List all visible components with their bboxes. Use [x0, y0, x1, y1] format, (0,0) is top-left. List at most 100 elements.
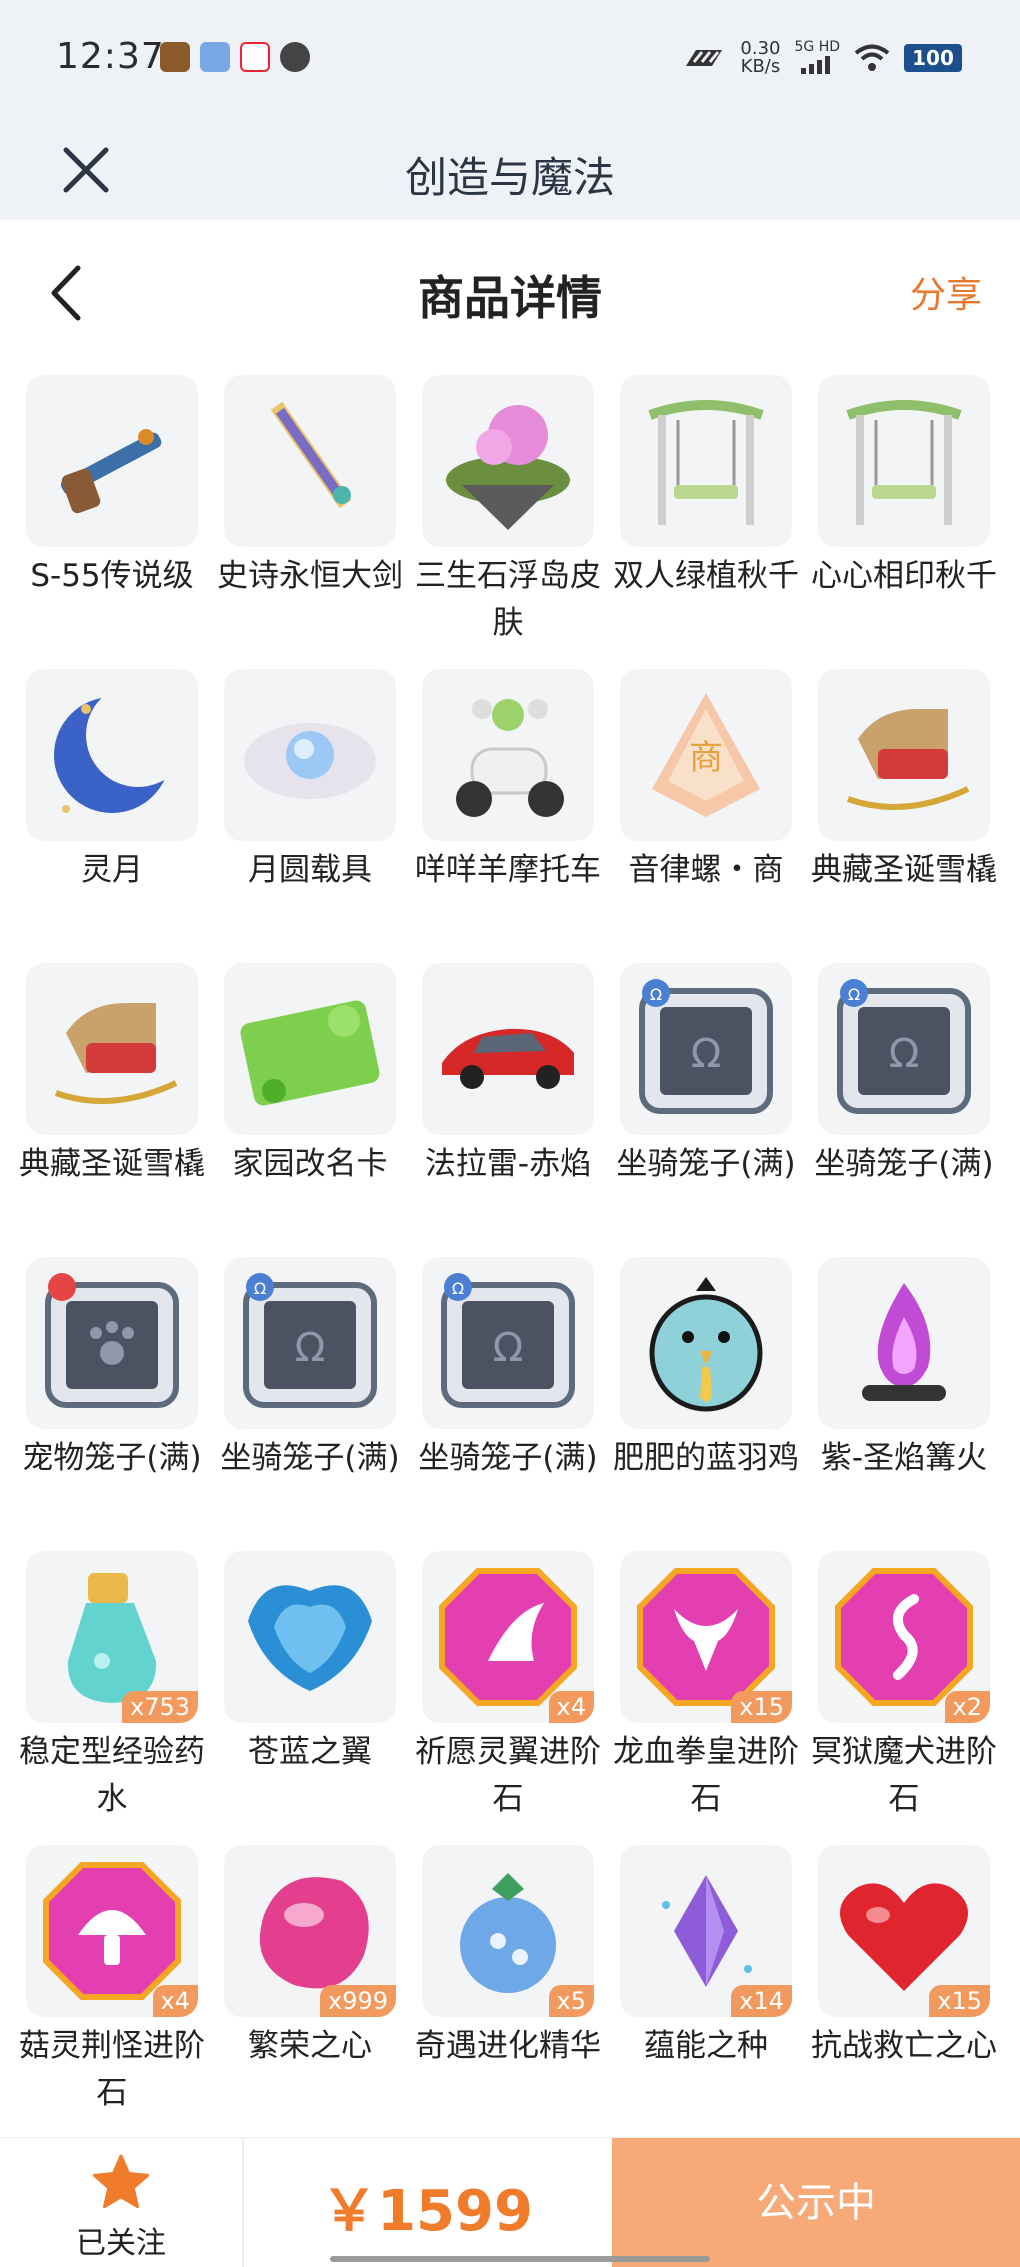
item-quantity-badge: x753 [121, 1691, 198, 1723]
item-card[interactable]: x15 抗战救亡之心 [811, 1845, 997, 2139]
item-card[interactable]: 宠物笼子(满) [22, 1257, 202, 1551]
item-thumbnail [818, 1257, 990, 1429]
svg-text:Ω: Ω [493, 1325, 524, 1371]
net-speed: 0.30 KB/s [740, 38, 781, 77]
item-card[interactable]: x5 奇遇进化精华 [415, 1845, 601, 2139]
item-thumbnail [26, 375, 198, 547]
item-card[interactable]: Ω Ω 坐骑笼子(满) [616, 963, 796, 1257]
item-card[interactable]: 商音律螺・商 [620, 669, 792, 963]
item-name: 双人绿植秋千 [613, 558, 799, 594]
item-card[interactable]: 月圆载具 [224, 669, 396, 963]
item-card[interactable]: 肥肥的蓝羽鸡 [613, 1257, 799, 1551]
item-thumbnail [224, 1551, 396, 1723]
mount-cage-icon: ΩΩ [639, 979, 773, 1114]
item-thumbnail: ΩΩ [224, 1257, 396, 1429]
svg-text:Ω: Ω [650, 985, 662, 1004]
item-thumbnail [224, 669, 396, 841]
item-thumbnail: x999 [224, 1845, 396, 2017]
item-name: 月圆载具 [248, 852, 372, 888]
status-time: 12:37 [56, 36, 165, 77]
item-thumbnail [818, 669, 990, 841]
item-name: 宠物笼子(满) [22, 1440, 202, 1476]
item-card[interactable]: x753 稳定型经验药水 [19, 1551, 205, 1845]
item-card[interactable]: S-55传说级 [26, 375, 198, 669]
item-thumbnail [620, 375, 792, 547]
sleigh-icon [846, 709, 970, 810]
gun-icon [60, 429, 162, 514]
item-quantity-badge: x2 [944, 1691, 990, 1723]
item-thumbnail: 商 [620, 669, 792, 841]
item-card[interactable]: Ω Ω 坐骑笼子(满) [418, 1257, 598, 1551]
follow-button[interactable]: 已关注 [0, 2138, 242, 2267]
item-name: 菇灵荆怪进阶石 [19, 2028, 205, 2111]
item-name: 奇遇进化精华 [415, 2028, 601, 2064]
svg-text:Ω: Ω [254, 1279, 266, 1298]
signal-icon: 5G HD [794, 38, 840, 78]
item-card[interactable]: Ω Ω 坐骑笼子(满) [814, 963, 994, 1257]
item-thumbnail: x15 [620, 1551, 792, 1723]
item-card[interactable]: 双人绿植秋千 [613, 375, 799, 669]
item-name: 抗战救亡之心 [811, 2028, 997, 2064]
clover-card-icon [240, 1000, 380, 1106]
item-grid: S-55传说级 史诗永恒大剑 三生石浮岛皮肤 双人绿植秋千 心心相印秋千灵月 月圆载具 咩咩… [19, 375, 998, 2139]
item-card[interactable]: 咩咩羊摩托车 [415, 669, 601, 963]
follow-label: 已关注 [76, 2226, 166, 2261]
item-name: 音律螺・商 [628, 852, 784, 888]
page-header: 商品详情 分享 [0, 220, 1020, 370]
item-card[interactable]: 法拉雷-赤焰 [422, 963, 594, 1257]
item-card[interactable]: x15 龙血拳皇进阶石 [613, 1551, 799, 1845]
item-card[interactable]: 三生石浮岛皮肤 [415, 375, 601, 669]
item-quantity-badge: x15 [731, 1691, 792, 1723]
status-button[interactable]: 公示中 [612, 2138, 1020, 2267]
home-indicator[interactable] [330, 2256, 710, 2262]
item-card[interactable]: 典藏圣诞雪橇 [19, 963, 205, 1257]
price: ￥1599 [321, 2179, 533, 2244]
item-card[interactable]: x4 祈愿灵翼进阶石 [415, 1551, 601, 1845]
item-name: 灵月 [81, 852, 143, 888]
map-pin-app-icon [240, 42, 270, 72]
red-car-icon [442, 1028, 574, 1089]
item-card[interactable]: 典藏圣诞雪橇 [811, 669, 997, 963]
scooter-icon [456, 699, 564, 817]
conch-icon: 商 [652, 693, 760, 817]
item-name: 典藏圣诞雪橇 [19, 1146, 205, 1182]
item-name: 心心相印秋千 [811, 558, 997, 594]
item-card[interactable]: Ω Ω 坐骑笼子(满) [220, 1257, 400, 1551]
svg-text:Ω: Ω [295, 1325, 326, 1371]
swing-icon [648, 400, 764, 525]
item-card[interactable]: 心心相印秋千 [811, 375, 997, 669]
item-card[interactable]: 紫-圣焰篝火 [818, 1257, 990, 1551]
svg-text:Ω: Ω [889, 1031, 920, 1077]
item-thumbnail: ΩΩ [620, 963, 792, 1135]
share-button[interactable]: 分享 [910, 266, 982, 318]
pet-cage-icon [45, 1273, 179, 1408]
item-card[interactable]: x999 繁荣之心 [224, 1845, 396, 2139]
item-thumbnail [26, 669, 198, 841]
item-thumbnail [26, 1257, 198, 1429]
item-name: 咩咩羊摩托车 [415, 852, 601, 888]
item-card[interactable]: 灵月 [26, 669, 198, 963]
item-card[interactable]: 家园改名卡 [224, 963, 396, 1257]
page-title: 商品详情 [418, 271, 602, 325]
item-thumbnail [422, 375, 594, 547]
item-card[interactable]: x14 蕴能之种 [620, 1845, 792, 2139]
item-thumbnail: x4 [422, 1551, 594, 1723]
item-thumbnail [818, 375, 990, 547]
item-name: 坐骑笼子(满) [814, 1146, 994, 1182]
status-bar: 12:37 0.30 KB/s 5G HD 100 [0, 0, 1020, 120]
pinwheel-app-icon [280, 42, 310, 72]
item-card[interactable]: x2 冥狱魔犬进阶石 [811, 1551, 997, 1845]
item-name: 肥肥的蓝羽鸡 [613, 1440, 799, 1476]
item-card[interactable]: 苍蓝之翼 [224, 1551, 396, 1845]
sleigh-icon [54, 1003, 178, 1104]
mount-cage-icon: ΩΩ [441, 1273, 575, 1408]
item-card[interactable]: 史诗永恒大剑 [217, 375, 403, 669]
swing-icon [846, 400, 962, 525]
blue-wings-icon [248, 1585, 372, 1691]
item-thumbnail [26, 963, 198, 1135]
item-card[interactable]: x4 菇灵荆怪进阶石 [19, 1845, 205, 2139]
item-name: 家园改名卡 [232, 1146, 388, 1182]
item-quantity-badge: x999 [319, 1985, 396, 2017]
item-name: 冥狱魔犬进阶石 [811, 1734, 997, 1817]
item-thumbnail: x14 [620, 1845, 792, 2017]
